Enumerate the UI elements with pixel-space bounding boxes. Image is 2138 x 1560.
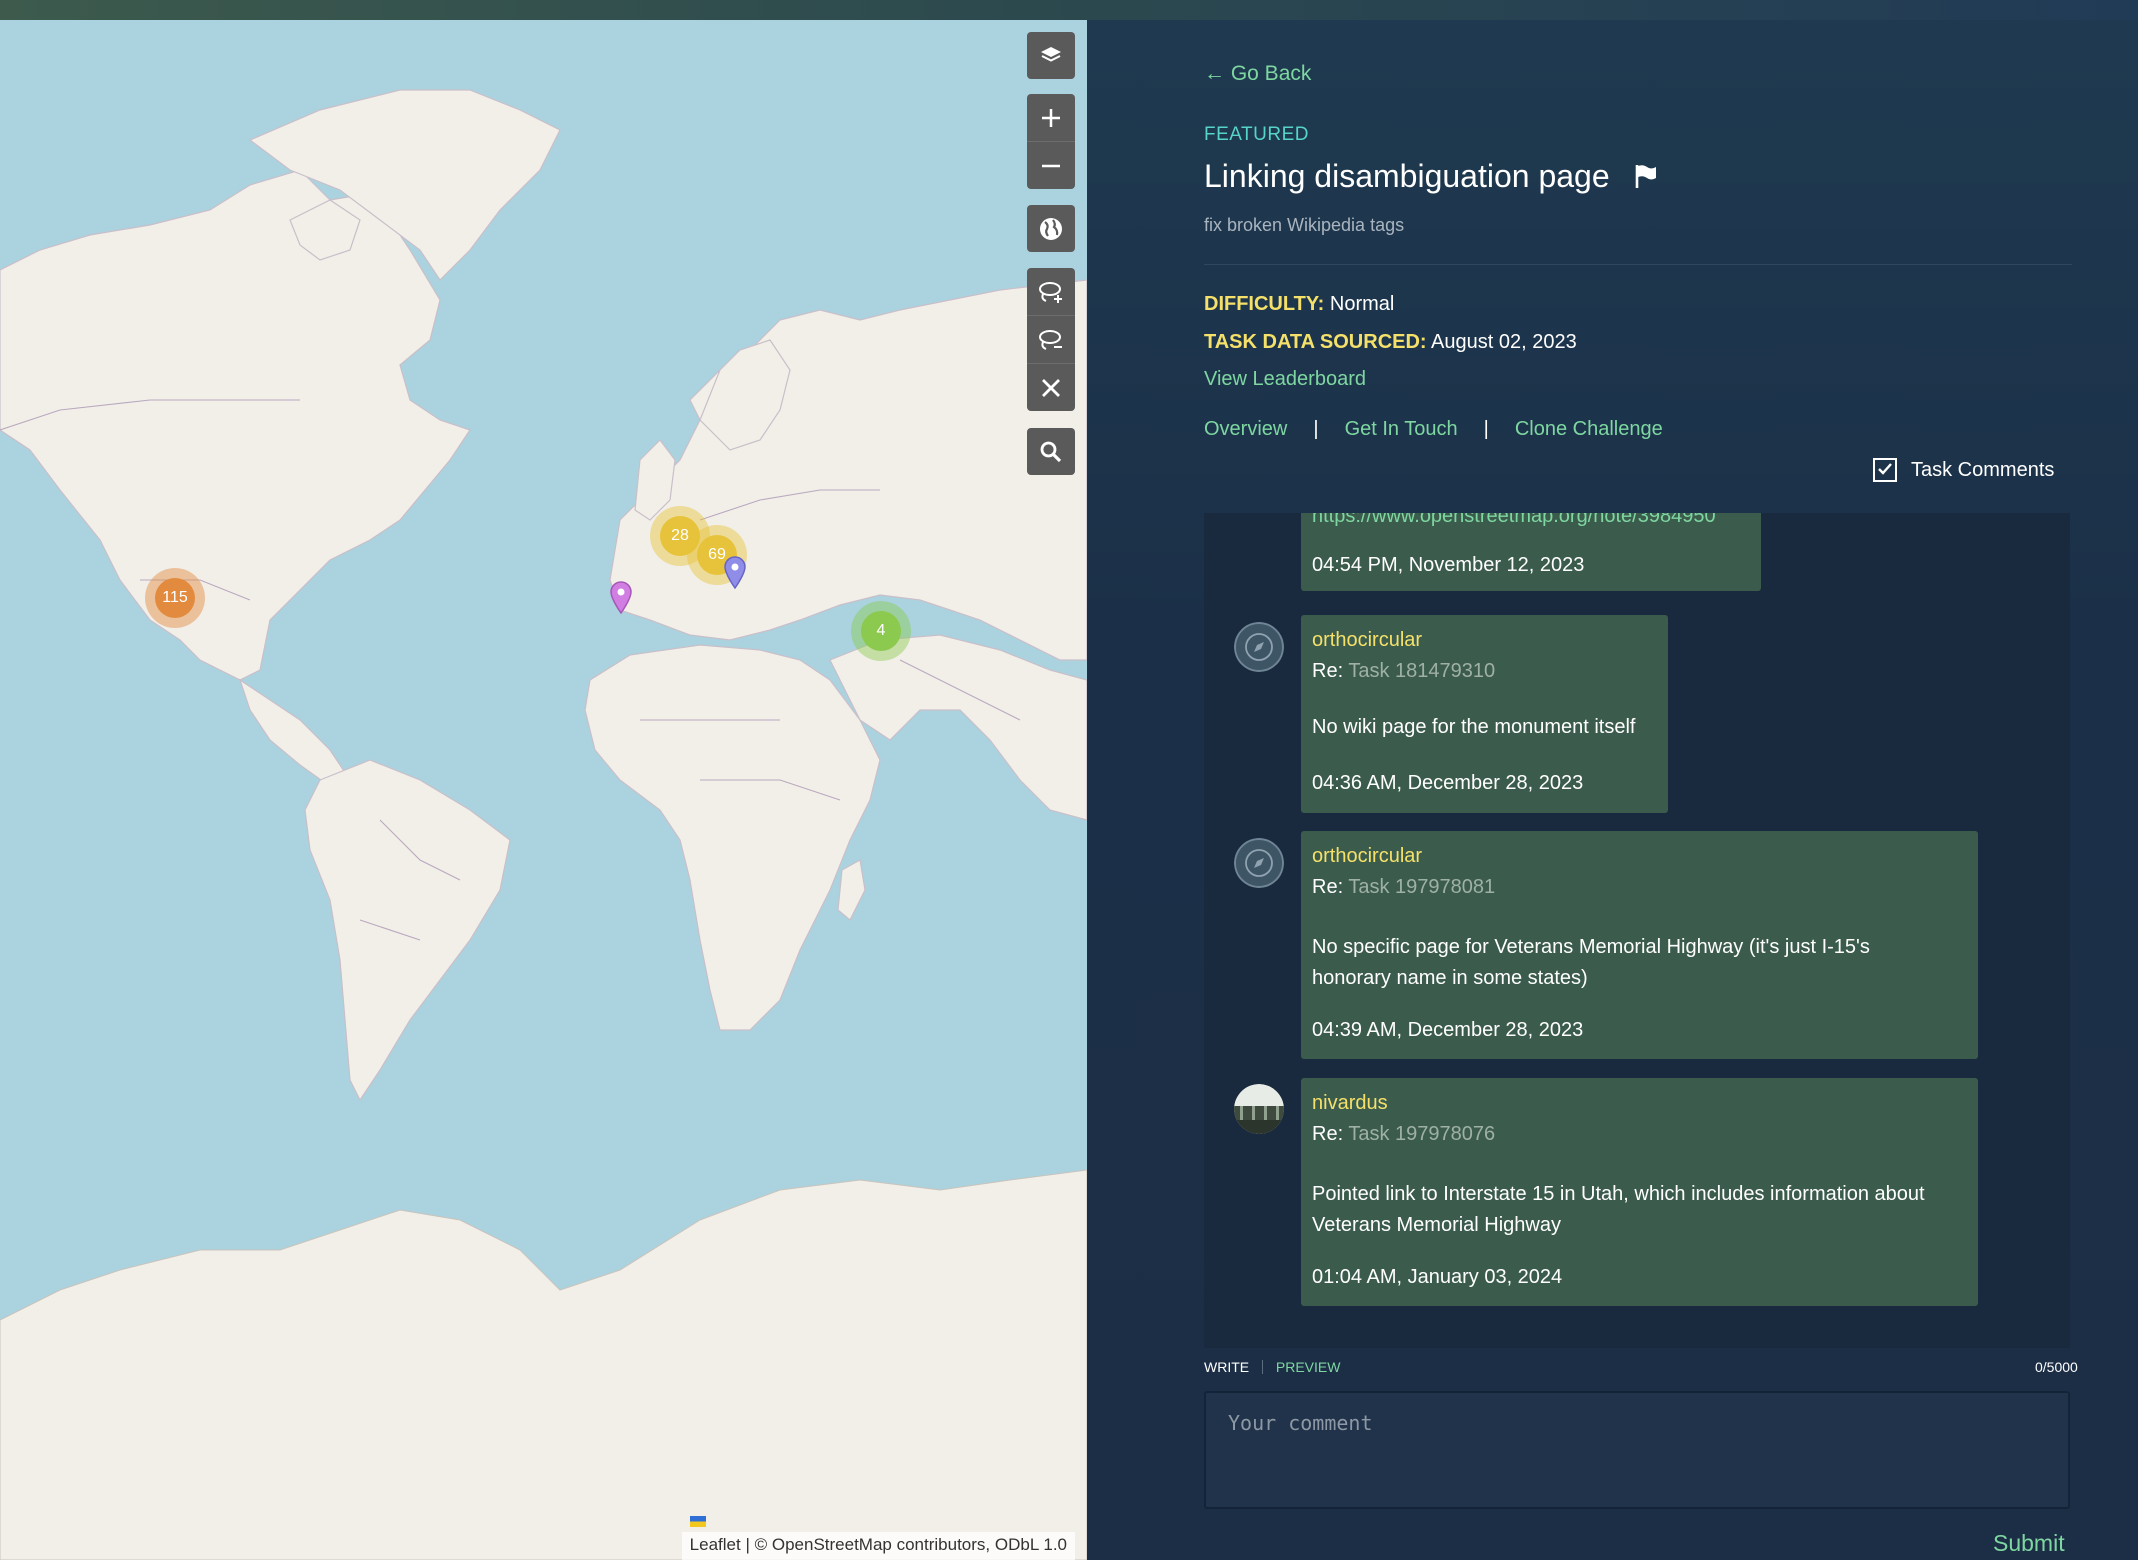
sourced-value: August 02, 2023 <box>1431 331 1577 353</box>
tab-write[interactable]: WRITE <box>1204 1359 1249 1375</box>
comment-time: 04:54 PM, November 12, 2023 <box>1312 554 1585 576</box>
comment-text: No specific page for Veterans Memorial H… <box>1312 936 1870 989</box>
character-count: 0/5000 <box>2035 1359 2078 1375</box>
comment-task-ref: Re: Task 181479310 <box>1312 660 1495 683</box>
tab-preview[interactable]: PREVIEW <box>1276 1359 1341 1375</box>
zoom-control[interactable] <box>1027 94 1075 189</box>
editor-tabs: WRITE PREVIEW <box>1204 1359 1340 1375</box>
challenge-panel: ← Go Back FEATURED Linking disambiguatio… <box>1087 20 2138 1560</box>
top-bar <box>0 0 2138 20</box>
sourced-row: TASK DATA SOURCED: August 02, 2023 <box>1204 331 1577 354</box>
challenge-tabs: Overview | Get In Touch | Clone Challenge <box>1204 418 1663 441</box>
difficulty-label: DIFFICULTY: <box>1204 293 1325 315</box>
cluster-count: 4 <box>861 611 901 651</box>
close-icon[interactable] <box>1027 364 1075 411</box>
avatar <box>1234 838 1284 888</box>
difficulty-row: DIFFICULTY: Normal <box>1204 293 1394 316</box>
comment-time: 04:39 AM, December 28, 2023 <box>1312 1019 1584 1041</box>
view-leaderboard-link[interactable]: View Leaderboard <box>1204 368 1366 391</box>
avatar <box>1234 1084 1284 1134</box>
avatar <box>1234 622 1284 672</box>
comment-author[interactable]: orthocircular <box>1312 629 1422 652</box>
comment-task-ref: Re: Task 197978081 <box>1312 876 1495 899</box>
attribution-separator: | <box>745 1535 750 1554</box>
sourced-label: TASK DATA SOURCED: <box>1204 331 1427 353</box>
layers-control[interactable] <box>1027 32 1075 79</box>
task-comments-toggle[interactable]: Task Comments <box>1873 458 2054 482</box>
flag-icon[interactable] <box>1633 163 1659 189</box>
comments-list[interactable]: https://www.openstreetmap.org/note/39849… <box>1204 513 2070 1348</box>
comment-bubble: orthocircular Re: Task 197978081 No spec… <box>1301 831 1978 1059</box>
ukraine-flag-icon <box>689 1516 706 1527</box>
comment-time: 04:36 AM, December 28, 2023 <box>1312 772 1584 794</box>
lasso-add-icon[interactable] <box>1027 268 1075 316</box>
tab-separator: | <box>1313 418 1319 440</box>
comment-bubble: orthocircular Re: Task 181479310 No wiki… <box>1301 615 1668 813</box>
tab-get-in-touch[interactable]: Get In Touch <box>1345 418 1458 440</box>
zoom-out-icon[interactable] <box>1027 142 1075 189</box>
comment-author[interactable]: nivardus <box>1312 1092 1388 1115</box>
re-label: Re: <box>1312 876 1344 898</box>
search-icon[interactable] <box>1027 428 1075 475</box>
comment-link[interactable]: https://www.openstreetmap.org/note/39849… <box>1312 513 1716 528</box>
map-tiles <box>0 89 1087 1560</box>
task-link[interactable]: Task 197978076 <box>1348 1123 1495 1145</box>
comment-bubble: nivardus Re: Task 197978076 Pointed link… <box>1301 1078 1978 1306</box>
comment-task-ref: Re: Task 197978076 <box>1312 1123 1495 1146</box>
layers-icon[interactable] <box>1027 32 1075 79</box>
cluster-marker[interactable]: 4 <box>851 601 911 661</box>
challenge-subtitle: fix broken Wikipedia tags <box>1204 215 1405 235</box>
go-back-link[interactable]: ← Go Back <box>1204 62 1311 86</box>
zoom-in-icon[interactable] <box>1027 94 1075 142</box>
task-marker-pin[interactable] <box>609 580 633 614</box>
featured-badge: FEATURED <box>1204 124 1309 145</box>
comment-text: Pointed link to Interstate 15 in Utah, w… <box>1312 1183 1925 1236</box>
difficulty-value: Normal <box>1329 293 1395 315</box>
lasso-control[interactable] <box>1027 268 1075 411</box>
globe-icon[interactable] <box>1027 205 1075 252</box>
re-label: Re: <box>1312 660 1344 682</box>
search-control[interactable] <box>1027 428 1075 475</box>
submit-button[interactable]: Submit <box>1993 1530 2065 1557</box>
comment-placeholder: Your comment <box>1228 1411 1373 1435</box>
re-label: Re: <box>1312 1123 1344 1145</box>
cluster-count: 115 <box>155 578 195 618</box>
editor-tab-separator <box>1262 1360 1263 1374</box>
tab-separator: | <box>1483 418 1489 440</box>
divider <box>1204 264 2072 265</box>
lasso-remove-icon[interactable] <box>1027 316 1075 364</box>
cluster-marker[interactable]: 115 <box>145 568 205 628</box>
task-marker-pin[interactable] <box>723 555 747 589</box>
comment-input[interactable]: Your comment <box>1204 1391 2070 1509</box>
check-icon <box>1878 463 1892 475</box>
comment-text: No wiki page for the monument itself <box>1312 716 1636 738</box>
leaflet-link[interactable]: Leaflet <box>690 1535 741 1554</box>
comment-time: 01:04 AM, January 03, 2024 <box>1312 1266 1563 1288</box>
task-comments-label: Task Comments <box>1911 458 2055 481</box>
tab-clone-challenge[interactable]: Clone Challenge <box>1515 418 1663 440</box>
challenge-title: Linking disambiguation page <box>1204 158 1610 194</box>
map[interactable]: 115 28 69 4 Leaflet | © OpenStreetMap co… <box>0 20 1087 1560</box>
globe-control[interactable] <box>1027 205 1075 252</box>
comment-author[interactable]: orthocircular <box>1312 845 1422 868</box>
challenge-title-row: Linking disambiguation page <box>1204 158 1659 195</box>
comment-bubble: https://www.openstreetmap.org/note/39849… <box>1301 513 1761 591</box>
task-link[interactable]: Task 181479310 <box>1348 660 1495 682</box>
tab-overview[interactable]: Overview <box>1204 418 1287 440</box>
task-link[interactable]: Task 197978081 <box>1348 876 1495 898</box>
task-comments-checkbox[interactable] <box>1873 458 1897 482</box>
map-attribution: Leaflet | © OpenStreetMap contributors, … <box>681 1516 1075 1560</box>
osm-attribution[interactable]: © OpenStreetMap contributors, ODbL 1.0 <box>755 1535 1067 1554</box>
